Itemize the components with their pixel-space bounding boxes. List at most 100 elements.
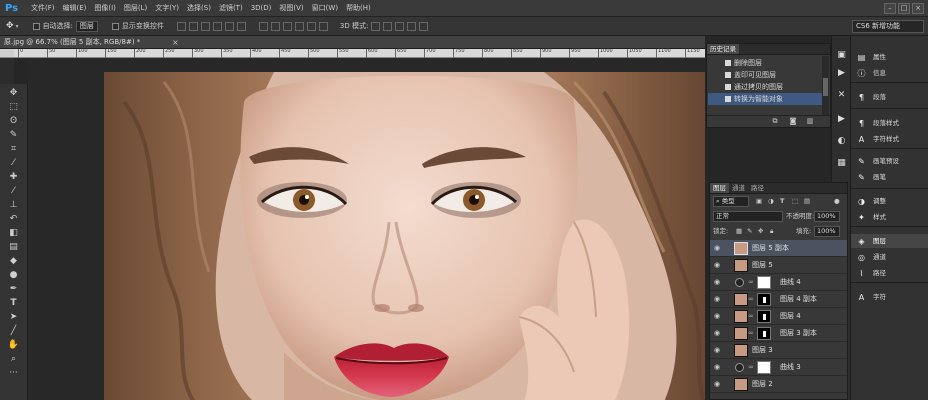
panel-button-styles[interactable]: ✦ 样式	[851, 210, 928, 224]
history-item[interactable]: 通过拷贝的图层	[708, 81, 824, 93]
brush-tool-icon[interactable]: ⁄	[6, 185, 21, 198]
pen-tool-icon[interactable]: ✒	[6, 283, 21, 296]
close-button[interactable]: ×	[912, 3, 924, 14]
lock-position-icon[interactable]: ✥	[758, 226, 763, 237]
link-chain-icon[interactable]: ∞	[748, 295, 754, 303]
menu-3d[interactable]: 3D(D)	[247, 0, 276, 17]
layer-thumbnail[interactable]	[734, 378, 748, 391]
panel-button-layers[interactable]: ◈ 图层	[851, 234, 928, 248]
filter-pixel-icon[interactable]: ▣	[756, 196, 762, 207]
align-hcenter-icon[interactable]	[224, 21, 234, 31]
type-tool-icon[interactable]: T	[6, 297, 21, 310]
tab-layers[interactable]: 图层	[710, 183, 729, 193]
visibility-eye-icon[interactable]: ◉	[714, 381, 722, 388]
visibility-eye-icon[interactable]: ◉	[714, 279, 722, 286]
swatches-icon[interactable]: ▶	[836, 114, 847, 125]
show-transform-checkbox[interactable]	[111, 22, 119, 30]
line-tool-icon[interactable]: ╱	[6, 325, 21, 338]
eyedropper-tool-icon[interactable]: ⁄	[6, 157, 21, 170]
menu-edit[interactable]: 编辑(E)	[59, 0, 91, 17]
dodge-tool-icon[interactable]: ●	[6, 269, 21, 282]
opacity-input[interactable]: 100%	[814, 211, 840, 222]
visibility-eye-icon[interactable]: ◉	[714, 347, 722, 354]
visibility-eye-icon[interactable]: ◉	[714, 296, 722, 303]
layer-row[interactable]: ◉ ∞ 曲线 4	[710, 274, 847, 291]
visibility-eye-icon[interactable]: ◉	[714, 313, 722, 320]
workspace-dropdown[interactable]: CS6 新增功能	[852, 20, 924, 33]
distribute-right-icon[interactable]	[318, 21, 328, 31]
camera-icon[interactable]: ◙	[789, 118, 797, 125]
gradient-tool-icon[interactable]: ▤	[6, 241, 21, 254]
panel-button-brush-presets[interactable]: ✎ 画笔预设	[851, 154, 928, 168]
menu-select[interactable]: 选择(S)	[183, 0, 215, 17]
distribute-left-icon[interactable]	[294, 21, 304, 31]
minimize-button[interactable]: –	[884, 3, 896, 14]
layer-name[interactable]: 图层 4 副本	[780, 291, 817, 308]
layer-thumbnail[interactable]	[734, 310, 748, 323]
3d-roll-icon[interactable]	[383, 21, 393, 31]
healing-brush-tool-icon[interactable]: ✚	[6, 171, 21, 184]
layer-row[interactable]: ◉ 图层 5 副本	[710, 240, 847, 257]
panel-button-paragraph-styles[interactable]: ¶ 段落样式	[851, 116, 928, 130]
trash-icon[interactable]: ▥	[806, 118, 814, 125]
distribute-vcenter-icon[interactable]	[270, 21, 280, 31]
layer-row[interactable]: ◉ ∞ 图层 4	[710, 308, 847, 325]
3d-pan-icon[interactable]	[395, 21, 405, 31]
layer-name[interactable]: 图层 5	[752, 257, 773, 274]
3d-slide-icon[interactable]	[407, 21, 417, 31]
layer-name[interactable]: 图层 4	[780, 308, 801, 325]
new-document-from-state-icon[interactable]: ⧉	[771, 118, 779, 125]
panel-button-adjustments[interactable]: ◑ 调整	[851, 194, 928, 208]
visibility-eye-icon[interactable]: ◉	[714, 245, 722, 252]
layer-thumbnail[interactable]	[734, 327, 748, 340]
history-scrollbar[interactable]	[822, 56, 829, 116]
tool-presets-icon[interactable]: ✕	[836, 90, 847, 101]
hand-tool-icon[interactable]: ✋	[6, 339, 21, 352]
horizontal-ruler[interactable]: 0 50 100 150 200 250 300 350 400 450 500 550 600 650 7…	[14, 49, 705, 58]
history-item[interactable]: 删除图层	[708, 57, 824, 69]
link-chain-icon[interactable]: ∞	[748, 278, 754, 286]
distribute-top-icon[interactable]	[258, 21, 268, 31]
layer-name[interactable]: 图层 5 副本	[752, 240, 789, 257]
panel-button-properties[interactable]: ▤ 属性	[851, 50, 928, 64]
color-panel-icon[interactable]: ◐	[836, 136, 847, 147]
crop-tool-icon[interactable]: ⌗	[6, 143, 21, 156]
lock-transparent-icon[interactable]: ▦	[736, 226, 742, 237]
menu-help[interactable]: 帮助(H)	[342, 0, 375, 17]
panel-button-character-styles[interactable]: A 字符样式	[851, 132, 928, 146]
menu-view[interactable]: 视图(V)	[275, 0, 307, 17]
layer-mask-thumbnail[interactable]	[757, 361, 771, 374]
align-bottom-icon[interactable]	[200, 21, 210, 31]
layer-name[interactable]: 图层 3	[752, 342, 773, 359]
panel-button-paths[interactable]: ⌇ 路径	[851, 266, 928, 280]
filter-smart-object-icon[interactable]: ▤	[804, 196, 810, 207]
layer-name[interactable]: 图层 2	[752, 376, 773, 393]
panel-button-brush[interactable]: ✎ 画笔	[851, 170, 928, 184]
layer-mask-thumbnail[interactable]	[757, 310, 771, 323]
visibility-eye-icon[interactable]: ◉	[714, 364, 722, 371]
clone-stamp-tool-icon[interactable]: ⊥	[6, 199, 21, 212]
actions-panel-icon[interactable]: ▶	[836, 68, 847, 79]
more-tools-icon[interactable]: ···	[6, 367, 21, 380]
filter-shape-icon[interactable]: ⬚	[792, 196, 798, 207]
quick-select-tool-icon[interactable]: ✎	[6, 129, 21, 142]
link-chain-icon[interactable]: ∞	[748, 312, 754, 320]
layer-thumbnail[interactable]	[734, 344, 748, 357]
auto-select-checkbox[interactable]	[32, 22, 40, 30]
history-panel-icon[interactable]: ▣	[836, 50, 847, 61]
tab-paths[interactable]: 路径	[748, 183, 767, 193]
3d-scale-icon[interactable]	[419, 21, 429, 31]
visibility-eye-icon[interactable]: ◉	[714, 262, 722, 269]
menu-type[interactable]: 文字(Y)	[151, 0, 183, 17]
zoom-tool-icon[interactable]: ⌕	[6, 353, 21, 366]
panel-button-info[interactable]: ⓘ 信息	[851, 66, 928, 80]
menu-window[interactable]: 窗口(W)	[308, 0, 342, 17]
lock-image-icon[interactable]: ✎	[747, 226, 752, 237]
panel-button-channels[interactable]: ◎ 通道	[851, 250, 928, 264]
layer-row[interactable]: ◉ 图层 2	[710, 376, 847, 393]
align-right-icon[interactable]	[236, 21, 246, 31]
blur-tool-icon[interactable]: ◆	[6, 255, 21, 268]
blend-mode-dropdown[interactable]: 正常	[713, 211, 783, 222]
canvas-area[interactable]	[28, 58, 705, 400]
3d-rotate-icon[interactable]	[371, 21, 381, 31]
